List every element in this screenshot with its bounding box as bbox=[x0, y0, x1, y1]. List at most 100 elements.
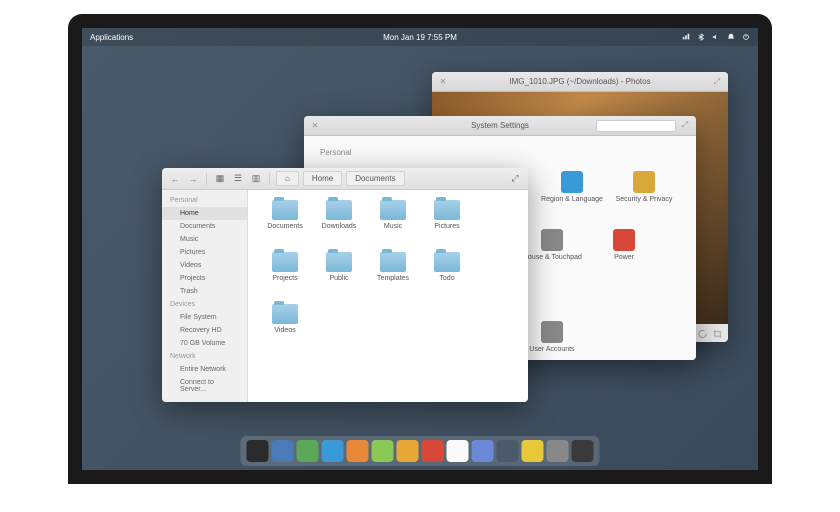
folder-item[interactable]: Pictures bbox=[420, 200, 474, 252]
settings-item[interactable]: Power bbox=[588, 219, 660, 271]
network-icon[interactable] bbox=[682, 33, 690, 41]
maximize-icon[interactable]: ⤢ bbox=[680, 120, 690, 130]
crop-icon[interactable] bbox=[713, 329, 722, 338]
dock-app[interactable] bbox=[347, 440, 369, 462]
folder-label: Projects bbox=[272, 275, 297, 282]
dock-app[interactable] bbox=[447, 440, 469, 462]
sidebar-item[interactable]: Connect to Server... bbox=[162, 376, 247, 396]
sidebar-item[interactable]: Documents bbox=[162, 220, 247, 233]
settings-item-label: Power bbox=[614, 254, 634, 261]
dock bbox=[241, 436, 600, 466]
folder-label: Todo bbox=[439, 275, 454, 282]
dock-app[interactable] bbox=[372, 440, 394, 462]
folder-icon bbox=[326, 200, 352, 220]
rotate-right-icon[interactable] bbox=[698, 329, 707, 338]
sidebar-item[interactable]: Home bbox=[162, 207, 247, 220]
settings-item-label: Region & Language bbox=[541, 196, 603, 203]
laptop-frame: Applications Mon Jan 19 7:55 PM ✕ IMG_10… bbox=[68, 14, 772, 484]
forward-button[interactable]: → bbox=[186, 172, 200, 186]
sidebar-item[interactable]: Videos bbox=[162, 259, 247, 272]
notification-icon[interactable] bbox=[727, 33, 735, 41]
close-icon[interactable]: ✕ bbox=[438, 77, 448, 87]
volume-icon[interactable] bbox=[712, 33, 720, 41]
folder-item[interactable]: Todo bbox=[420, 252, 474, 304]
folder-icon bbox=[272, 304, 298, 324]
bluetooth-icon[interactable] bbox=[697, 33, 705, 41]
system-tray bbox=[682, 33, 750, 41]
settings-item[interactable]: Region & Language bbox=[536, 161, 608, 213]
files-sidebar: Personal HomeDocumentsMusicPicturesVideo… bbox=[162, 190, 248, 402]
folder-icon bbox=[272, 200, 298, 220]
folder-item[interactable]: Videos bbox=[258, 304, 312, 356]
desktop-screen: Applications Mon Jan 19 7:55 PM ✕ IMG_10… bbox=[82, 28, 758, 470]
back-button[interactable]: ← bbox=[168, 172, 182, 186]
folder-icon bbox=[272, 252, 298, 272]
photos-title: IMG_1010.JPG (~/Downloads) - Photos bbox=[509, 77, 650, 86]
dock-app[interactable] bbox=[522, 440, 544, 462]
power-icon[interactable] bbox=[742, 33, 750, 41]
clock[interactable]: Mon Jan 19 7:55 PM bbox=[383, 33, 457, 42]
path-segment-0[interactable]: Home bbox=[303, 171, 342, 186]
folder-icon bbox=[434, 200, 460, 220]
settings-item[interactable]: Security & Privacy bbox=[608, 161, 680, 213]
settings-item-icon bbox=[541, 229, 563, 251]
maximize-icon[interactable]: ⤢ bbox=[712, 77, 722, 87]
applications-menu[interactable]: Applications bbox=[90, 33, 133, 42]
dock-app[interactable] bbox=[547, 440, 569, 462]
settings-item-icon bbox=[561, 171, 583, 193]
dock-app[interactable] bbox=[472, 440, 494, 462]
sidebar-item[interactable]: Projects bbox=[162, 272, 247, 285]
folder-label: Downloads bbox=[322, 223, 357, 230]
settings-item-icon bbox=[633, 171, 655, 193]
settings-item-label: Security & Privacy bbox=[616, 196, 673, 203]
view-list-button[interactable]: ☰ bbox=[231, 172, 245, 186]
maximize-icon[interactable]: ⤢ bbox=[508, 172, 522, 186]
section-personal-label: Personal bbox=[320, 148, 680, 157]
folder-item[interactable]: Public bbox=[312, 252, 366, 304]
view-grid-button[interactable]: ▦ bbox=[213, 172, 227, 186]
dock-app[interactable] bbox=[297, 440, 319, 462]
folder-label: Documents bbox=[267, 223, 302, 230]
dock-app[interactable] bbox=[322, 440, 344, 462]
dock-app[interactable] bbox=[397, 440, 419, 462]
path-home[interactable]: ⌂ bbox=[276, 171, 299, 186]
sidebar-network-header: Network bbox=[162, 350, 247, 363]
settings-title: System Settings bbox=[471, 121, 529, 130]
folder-icon bbox=[434, 252, 460, 272]
dock-app[interactable] bbox=[497, 440, 519, 462]
settings-item-icon bbox=[613, 229, 635, 251]
sidebar-devices-header: Devices bbox=[162, 298, 247, 311]
sidebar-item[interactable]: 70 GB Volume bbox=[162, 337, 247, 350]
dock-app[interactable] bbox=[572, 440, 594, 462]
settings-titlebar[interactable]: ✕ System Settings ⤢ bbox=[304, 116, 696, 136]
sidebar-item[interactable]: Pictures bbox=[162, 246, 247, 259]
folder-icon bbox=[380, 200, 406, 220]
settings-item-label: Mouse & Touchpad bbox=[522, 254, 582, 261]
dock-app[interactable] bbox=[272, 440, 294, 462]
folder-icon bbox=[380, 252, 406, 272]
close-icon[interactable]: ✕ bbox=[310, 121, 320, 131]
files-window: ← → ▦ ☰ ▥ ⌂ Home Documents ⤢ Personal Ho… bbox=[162, 168, 528, 402]
path-segment-1[interactable]: Documents bbox=[346, 171, 404, 186]
folder-label: Videos bbox=[274, 327, 295, 334]
dock-app[interactable] bbox=[247, 440, 269, 462]
folder-item[interactable]: Projects bbox=[258, 252, 312, 304]
sidebar-item[interactable]: Recovery HD bbox=[162, 324, 247, 337]
folder-label: Public bbox=[329, 275, 348, 282]
sidebar-item[interactable]: Entire Network bbox=[162, 363, 247, 376]
dock-app[interactable] bbox=[422, 440, 444, 462]
folder-item[interactable]: Downloads bbox=[312, 200, 366, 252]
folder-item[interactable]: Documents bbox=[258, 200, 312, 252]
view-column-button[interactable]: ▥ bbox=[249, 172, 263, 186]
folder-label: Templates bbox=[377, 275, 409, 282]
folder-item[interactable]: Templates bbox=[366, 252, 420, 304]
sidebar-item[interactable]: Trash bbox=[162, 285, 247, 298]
sidebar-item[interactable]: Music bbox=[162, 233, 247, 246]
settings-search[interactable] bbox=[596, 120, 676, 132]
files-toolbar: ← → ▦ ☰ ▥ ⌂ Home Documents ⤢ bbox=[162, 168, 528, 190]
sidebar-item[interactable]: File System bbox=[162, 311, 247, 324]
folder-icon bbox=[326, 252, 352, 272]
folder-label: Pictures bbox=[434, 223, 459, 230]
photos-titlebar[interactable]: ✕ IMG_1010.JPG (~/Downloads) - Photos ⤢ bbox=[432, 72, 728, 92]
folder-item[interactable]: Music bbox=[366, 200, 420, 252]
